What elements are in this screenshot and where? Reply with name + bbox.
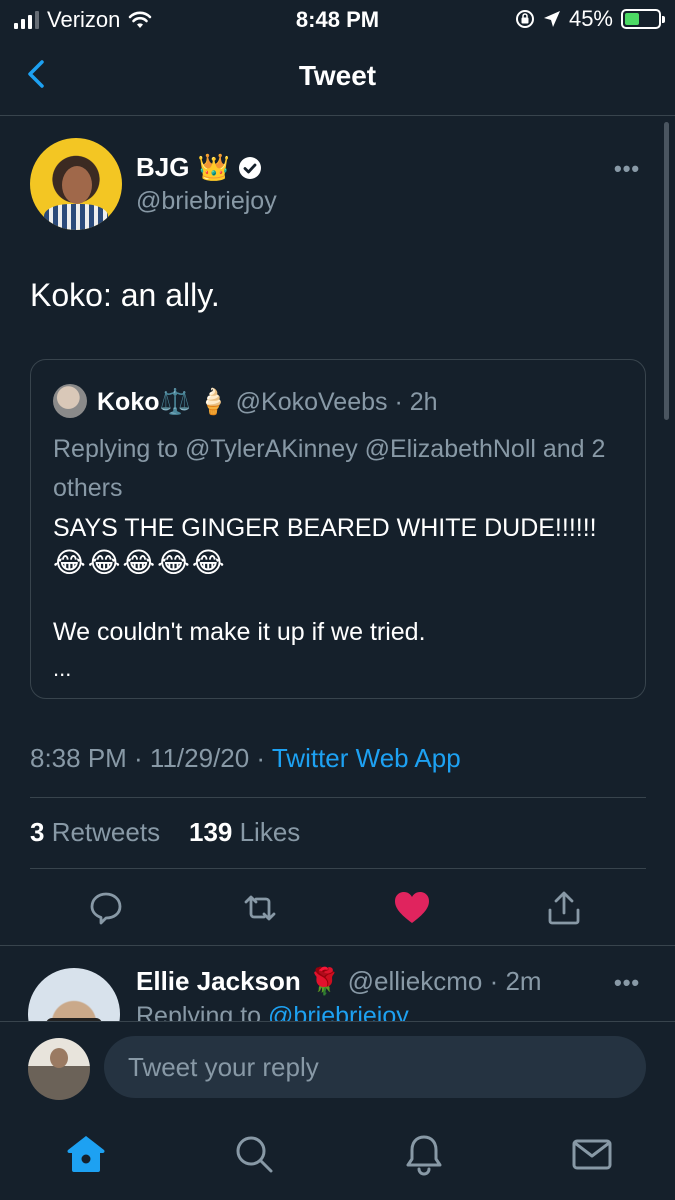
author-name-row: BJG 👑 — [136, 152, 262, 183]
more-options-icon[interactable]: ••• — [614, 156, 640, 182]
reply-input[interactable] — [104, 1036, 646, 1098]
quoted-header: Koko⚖️ 🍦 @KokoVeebs · 2h — [97, 388, 438, 417]
orientation-lock-icon — [515, 10, 534, 28]
scrollbar[interactable] — [664, 122, 669, 420]
tweet-stats: 3 Retweets 139 Likes — [30, 817, 300, 848]
likes-count: 139 — [188, 817, 233, 847]
reply-icon[interactable] — [86, 888, 126, 928]
retweets-label: Retweets — [44, 817, 161, 847]
author-handle: @briebriejoy — [136, 187, 277, 215]
retweet-icon[interactable] — [240, 888, 280, 928]
retweets-stat[interactable]: 3 Retweets — [30, 817, 160, 847]
home-icon[interactable] — [64, 1132, 108, 1176]
replying-prefix: Replying to — [136, 1002, 269, 1021]
rose-emoji: 🌹 — [308, 966, 341, 996]
crown-emoji: 👑 — [197, 152, 230, 182]
reply-tweet[interactable]: Ellie Jackson 🌹 @elliekcmo · 2m ••• Repl… — [0, 946, 675, 1021]
share-icon[interactable] — [544, 888, 584, 928]
quoted-name-emoji: ⚖️ 🍦 — [159, 388, 229, 416]
quoted-replying-to: Replying to @TylerAKinney @ElizabethNoll… — [53, 435, 606, 502]
reply-name: Ellie Jackson — [136, 966, 301, 996]
reply-header: Ellie Jackson 🌹 @elliekcmo · 2m — [136, 966, 542, 997]
status-bar: Verizon 8:48 PM 45% — [0, 0, 675, 38]
quoted-tweet[interactable]: Koko⚖️ 🍦 @KokoVeebs · 2h Replying to @Ty… — [30, 359, 646, 699]
battery-charging-icon — [621, 9, 665, 29]
quoted-text-line1: SAYS THE GINGER BEARED WHITE DUDE!!!!!! — [53, 514, 597, 542]
replying-mention[interactable]: @briebriejoy — [268, 1002, 409, 1021]
location-icon — [543, 11, 560, 27]
quoted-avatar — [53, 384, 87, 418]
messages-icon[interactable] — [570, 1132, 614, 1176]
likes-label: Likes — [232, 817, 301, 847]
divider — [30, 868, 646, 869]
notifications-icon[interactable] — [402, 1132, 446, 1176]
like-icon[interactable] — [392, 888, 432, 928]
header: Tweet — [0, 38, 675, 116]
quoted-emojis: 😂😂😂😂😂 — [53, 547, 227, 578]
quoted-handle-time: @KokoVeebs · 2h — [228, 388, 438, 416]
battery-percent: 45% — [568, 6, 613, 31]
tweet-timestamp: 8:38 PM · 11/29/20 · Twitter Web App — [30, 743, 461, 774]
quoted-ellipsis: ... — [53, 656, 72, 681]
quoted-name: Koko — [97, 388, 160, 416]
avatar[interactable] — [30, 138, 122, 230]
divider — [30, 797, 646, 798]
timestamp-text: 8:38 PM · 11/29/20 · — [30, 743, 272, 773]
tweet-text: Koko: an ally. — [30, 277, 220, 313]
source-link[interactable]: Twitter Web App — [272, 743, 461, 773]
page-title: Tweet — [298, 60, 377, 91]
author-name: BJG — [136, 152, 190, 182]
reply-more-options-icon[interactable]: ••• — [614, 970, 640, 996]
reply-handle-time: @elliekcmo · 2m — [340, 966, 542, 996]
quoted-text-line2: We couldn't make it up if we tried. — [53, 618, 426, 646]
battery-level-fill — [625, 13, 640, 25]
tab-bar — [0, 1118, 675, 1198]
verified-badge-icon — [238, 156, 261, 179]
reply-replying-to: Replying to @briebriejoy — [136, 1002, 409, 1021]
likes-stat[interactable]: 139 Likes — [189, 817, 300, 847]
status-right: 45% — [515, 6, 665, 32]
action-bar — [0, 880, 675, 940]
reply-avatar[interactable] — [28, 968, 120, 1021]
search-icon[interactable] — [232, 1132, 276, 1176]
retweets-count: 3 — [30, 817, 45, 847]
my-avatar[interactable] — [28, 1038, 90, 1100]
